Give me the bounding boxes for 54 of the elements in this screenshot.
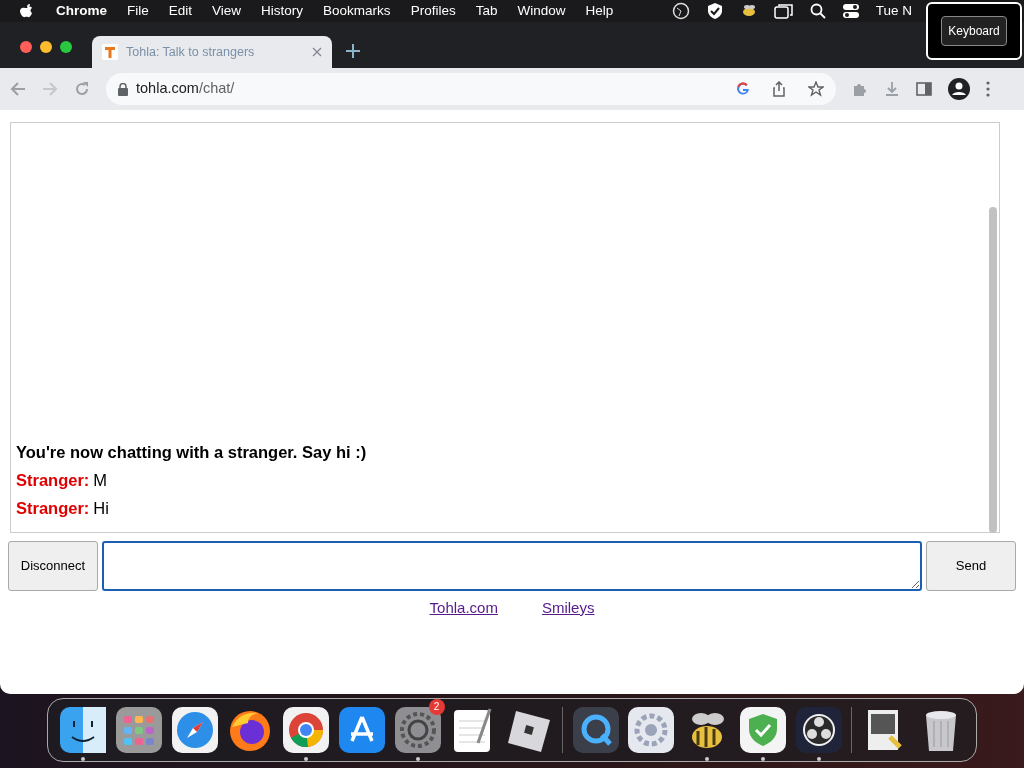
menu-item[interactable]: Edit (168, 0, 193, 22)
q-icon[interactable] (572, 707, 619, 753)
notification-badge: 2 (428, 699, 445, 715)
letter-t-icon (102, 44, 118, 60)
more-icon[interactable] (986, 81, 990, 97)
minimize-window-button[interactable] (40, 41, 52, 53)
message-text: Hi (93, 498, 109, 519)
scrollbar-thumb[interactable] (989, 207, 997, 533)
send-button[interactable]: Send (926, 541, 1016, 591)
sender-label: Stranger: (16, 498, 90, 519)
menu-item[interactable]: Bookmarks (323, 0, 391, 22)
share-icon[interactable] (772, 81, 786, 97)
side-panel-icon[interactable] (916, 81, 932, 97)
message-text: M (93, 470, 108, 491)
disconnect-button[interactable]: Disconnect (8, 541, 98, 591)
sender-label: Stranger: (16, 470, 90, 491)
grid-icon[interactable] (115, 707, 162, 753)
close-icon[interactable] (312, 47, 322, 57)
menu-item[interactable]: Help (585, 0, 614, 22)
footer-link[interactable]: Tohla.com (429, 597, 498, 620)
apple-icon[interactable] (20, 3, 34, 19)
menubar-clock: Tue N (875, 1, 912, 20)
tab-title: Tohla: Talk to strangers (126, 43, 256, 61)
shield-icon[interactable] (739, 707, 786, 753)
menu-item[interactable]: Window (517, 0, 566, 22)
search-icon[interactable] (809, 3, 826, 19)
menu-item[interactable]: Profiles (410, 0, 456, 22)
url-text: tohla.com/chat/ (136, 79, 236, 99)
letter-a-icon[interactable] (338, 707, 385, 753)
face-icon[interactable] (60, 707, 106, 753)
message-input[interactable] (102, 541, 922, 591)
menu-item[interactable]: View (212, 0, 242, 22)
star-icon[interactable] (808, 81, 824, 97)
new-tab-icon[interactable] (346, 44, 360, 58)
menu-item[interactable]: History (261, 0, 304, 22)
toggle-icon[interactable] (841, 3, 860, 19)
circle-icon[interactable] (671, 2, 690, 20)
zoom-window-button[interactable] (60, 41, 72, 53)
profile-icon[interactable] (948, 78, 970, 100)
google-icon[interactable] (736, 82, 750, 96)
chrome-icon[interactable] (283, 707, 329, 753)
address-bar[interactable]: tohla.com/chat/ (106, 73, 836, 105)
menu-item[interactable]: File (127, 0, 149, 22)
menu-item[interactable]: Tab (475, 0, 498, 22)
app-menu[interactable]: Chrome (56, 0, 107, 22)
footer-link[interactable]: Smileys (541, 597, 595, 620)
keyboard-button[interactable]: Keyboard (941, 16, 1007, 46)
shield-icon[interactable] (705, 2, 724, 20)
gear-icon[interactable] (628, 707, 675, 753)
lock-icon (118, 82, 128, 96)
compass-icon[interactable] (171, 707, 218, 753)
close-window-button[interactable] (20, 41, 32, 53)
system-message: You're now chatting with a stranger. Say hi :) (16, 442, 368, 463)
windows-icon[interactable] (773, 3, 794, 19)
